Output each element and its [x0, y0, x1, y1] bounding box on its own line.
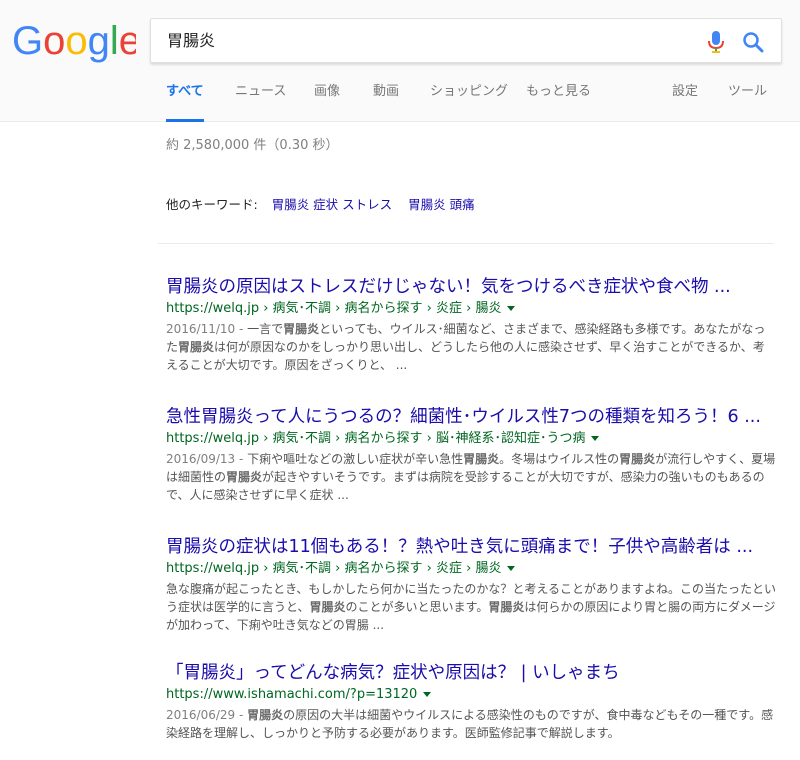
search-tabs: すべて ニュース 画像 動画 ショッピング もっと見る 設定 ツール: [0, 82, 800, 122]
related-keywords-label: 他のキーワード:: [166, 197, 258, 212]
divider: [158, 243, 774, 244]
tab-videos[interactable]: 動画: [373, 82, 399, 122]
result-snippet: 2016/09/13 - 下痢や嘔吐などの激しい症状が辛い急性胃腸炎。冬場はウイ…: [166, 450, 776, 504]
result-snippet: 2016/06/29 - 胃腸炎の原因の大半は細菌やウイルスによる感染性のもので…: [166, 706, 776, 742]
tab-settings[interactable]: 設定: [672, 82, 698, 122]
result-url: https://welq.jp › 病気･不調 › 病名から探す › 炎症 › …: [166, 560, 776, 578]
tab-all[interactable]: すべて: [166, 82, 204, 122]
dropdown-arrow-icon[interactable]: [507, 566, 516, 571]
tab-more[interactable]: もっと見る: [526, 82, 591, 122]
result-date: 2016/06/29 -: [166, 708, 248, 722]
tab-news[interactable]: ニュース: [235, 82, 286, 122]
tab-shopping[interactable]: ショッピング: [430, 82, 508, 122]
google-logo[interactable]: Google: [12, 18, 136, 64]
dropdown-arrow-icon[interactable]: [423, 692, 432, 697]
result-snippet-text: 胃腸炎の原因の大半は細菌やウイルスによる感染性のものですが、食中毒などもその一種…: [166, 708, 774, 740]
result-url: https://welq.jp › 病気･不調 › 病名から探す › 炎症 › …: [166, 300, 776, 318]
result-stats: 約 2,580,000 件（0.30 秒）: [166, 138, 339, 153]
svg-text:Google: Google: [12, 19, 136, 63]
search-input[interactable]: 胃腸炎: [167, 31, 215, 51]
search-box[interactable]: 胃腸炎: [150, 18, 782, 63]
result-snippet: 2016/11/10 - 一言で胃腸炎といっても、ウイルス･細菌など、さまざまで…: [166, 320, 776, 374]
result-url-text: https://welq.jp › 病気･不調 › 病名から探す › 炎症 › …: [166, 561, 502, 576]
search-icon[interactable]: [741, 30, 765, 54]
result-snippet-text: 下痢や嘔吐などの激しい症状が辛い急性胃腸炎。冬場はウイルス性の胃腸炎が流行しやす…: [166, 452, 776, 502]
microphone-icon[interactable]: [705, 30, 727, 54]
result-url-text: https://welq.jp › 病気･不調 › 病名から探す › 脳･神経系…: [166, 431, 586, 446]
result-title-link[interactable]: 急性胃腸炎って人にうつるの？細菌性･ウイルス性7つの種類を知ろう！6 ...: [166, 406, 776, 428]
search-header: Google 胃腸炎 すべて ニュース 画像 動画 ショッピング もっと見る 設: [0, 0, 800, 122]
result-url-text: https://www.ishamachi.com/?p=13120: [166, 687, 418, 702]
dropdown-arrow-icon[interactable]: [591, 436, 600, 441]
result-url: https://welq.jp › 病気･不調 › 病名から探す › 脳･神経系…: [166, 430, 776, 448]
result-title-link[interactable]: 胃腸炎の症状は11個もある！？熱や吐き気に頭痛まで！子供や高齢者は ...: [166, 536, 776, 558]
result-date: 2016/09/13 -: [166, 452, 248, 466]
result-snippet-text: 一言で胃腸炎といっても、ウイルス･細菌など、さまざまで、感染経路も多様です。あな…: [166, 322, 766, 372]
search-result: 胃腸炎の原因はストレスだけじゃない！気をつけるべき症状や食べ物 ... http…: [166, 276, 776, 374]
result-date: 2016/11/10 -: [166, 322, 248, 336]
result-url: https://www.ishamachi.com/?p=13120: [166, 686, 776, 704]
search-result: 「胃腸炎」ってどんな病気？症状や原因は？ | いしゃまち https://www…: [166, 662, 776, 742]
related-keyword-link[interactable]: 胃腸炎 頭痛: [408, 197, 474, 212]
tab-tools[interactable]: ツール: [728, 82, 767, 122]
result-snippet: 急な腹痛が起こったとき、もしかしたら何かに当たったのかな？と考えることがあります…: [166, 580, 776, 634]
related-keyword-link[interactable]: 胃腸炎 症状 ストレス: [272, 197, 392, 212]
tab-images[interactable]: 画像: [314, 82, 340, 122]
dropdown-arrow-icon[interactable]: [507, 306, 516, 311]
related-keywords: 他のキーワード: 胃腸炎 症状 ストレス 胃腸炎 頭痛: [166, 194, 475, 213]
search-result: 胃腸炎の症状は11個もある！？熱や吐き気に頭痛まで！子供や高齢者は ... ht…: [166, 536, 776, 634]
result-url-text: https://welq.jp › 病気･不調 › 病名から探す › 炎症 › …: [166, 301, 502, 316]
result-title-link[interactable]: 胃腸炎の原因はストレスだけじゃない！気をつけるべき症状や食べ物 ...: [166, 276, 776, 298]
result-title-link[interactable]: 「胃腸炎」ってどんな病気？症状や原因は？ | いしゃまち: [166, 662, 776, 684]
result-snippet-text: 急な腹痛が起こったとき、もしかしたら何かに当たったのかな？と考えることがあります…: [166, 582, 776, 632]
search-result: 急性胃腸炎って人にうつるの？細菌性･ウイルス性7つの種類を知ろう！6 ... h…: [166, 406, 776, 504]
